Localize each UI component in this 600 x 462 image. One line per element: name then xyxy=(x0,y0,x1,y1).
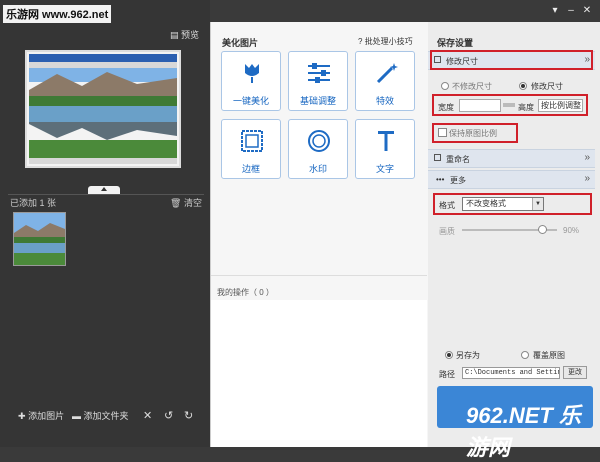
quality-value: 90% xyxy=(563,226,580,235)
menu-icon[interactable]: ▾ xyxy=(550,6,560,16)
add-folder-button[interactable]: ▬ 添加文件夹 xyxy=(72,409,129,422)
folder-icon: ▬ xyxy=(72,411,81,421)
radio-overwrite[interactable] xyxy=(521,351,529,359)
text-icon xyxy=(356,130,414,152)
frame-icon xyxy=(222,130,280,152)
path-label: 路径 xyxy=(439,370,455,379)
preview-button[interactable]: ▤ 预览 xyxy=(170,28,199,41)
my-operations-label: 我的操作（ 0 ） xyxy=(217,288,274,297)
collapse-preview-button[interactable] xyxy=(88,186,120,194)
tool-effects[interactable]: 特效 xyxy=(355,51,415,111)
radio-change-size[interactable] xyxy=(519,82,527,90)
tool-text[interactable]: 文字 xyxy=(355,119,415,179)
quality-slider-thumb[interactable] xyxy=(538,225,547,234)
rotate-left-icon[interactable]: ↺ xyxy=(164,409,173,422)
tool-basic-adjust[interactable]: 基础调整 xyxy=(288,51,348,111)
change-path-button[interactable]: 更改 xyxy=(563,366,587,379)
highlight-box xyxy=(432,123,518,143)
rename-icon xyxy=(434,154,441,161)
landscape-preview xyxy=(27,52,179,166)
path-input[interactable]: C:\Documents and Settings\ xyxy=(462,367,560,379)
radio-keep-size-label: 不修改尺寸 xyxy=(452,82,492,91)
sliders-icon xyxy=(289,62,347,84)
more-section-header[interactable]: ••• 更多 » xyxy=(428,170,595,189)
arrow-up-icon xyxy=(101,187,107,191)
close-icon[interactable]: ✕ xyxy=(582,6,592,16)
magic-wand-icon xyxy=(356,62,414,84)
image-thumbnail[interactable] xyxy=(13,212,66,266)
question-icon: ? xyxy=(358,37,363,46)
overwrite-label: 覆盖原图 xyxy=(533,351,565,360)
beautify-title: 美化图片 xyxy=(222,38,259,48)
add-image-button[interactable]: ✚ 添加图片 xyxy=(18,409,64,422)
delete-icon[interactable]: ✕ xyxy=(143,409,152,422)
tool-border[interactable]: 边框 xyxy=(221,119,281,179)
batch-tips-link[interactable]: ? 批处理小技巧 xyxy=(358,36,413,47)
chevron-down-icon: » xyxy=(584,152,590,163)
rotate-right-icon[interactable]: ↻ xyxy=(184,409,193,422)
chevron-down-icon: » xyxy=(584,173,590,184)
divider xyxy=(211,275,427,276)
tulip-icon xyxy=(222,62,280,84)
tool-one-click-beautify[interactable]: 一键美化 xyxy=(221,51,281,111)
highlight-box xyxy=(430,50,593,70)
clear-button[interactable]: 🗑 清空 xyxy=(170,196,202,209)
site-watermark-bottom: 962.NET 乐游网 xyxy=(466,403,581,460)
preview-icon: ▤ xyxy=(170,30,179,40)
radio-keep-size[interactable] xyxy=(441,82,449,90)
highlight-box xyxy=(432,94,588,116)
radio-save-as[interactable] xyxy=(445,351,453,359)
site-watermark: 乐游网 www.962.net xyxy=(3,5,112,23)
save-as-label: 另存为 xyxy=(456,351,480,360)
thumbnail-image xyxy=(14,213,65,265)
save-settings-title: 保存设置 xyxy=(437,38,474,48)
quality-label: 画质 xyxy=(439,227,455,236)
highlight-box xyxy=(433,193,592,215)
operations-list xyxy=(211,300,427,447)
watermark-icon xyxy=(289,130,347,152)
rename-section-header[interactable]: 重命名 » xyxy=(428,149,595,168)
radio-change-size-label: 修改尺寸 xyxy=(531,82,563,91)
trash-icon: 🗑 xyxy=(170,198,182,208)
added-count-label: 已添加 1 张 xyxy=(10,198,57,208)
divider xyxy=(8,194,204,195)
more-dots-icon: ••• xyxy=(436,175,445,184)
minimize-icon[interactable]: – xyxy=(566,6,576,16)
plus-icon: ✚ xyxy=(18,411,26,421)
tool-watermark[interactable]: 水印 xyxy=(288,119,348,179)
preview-image xyxy=(25,50,181,168)
